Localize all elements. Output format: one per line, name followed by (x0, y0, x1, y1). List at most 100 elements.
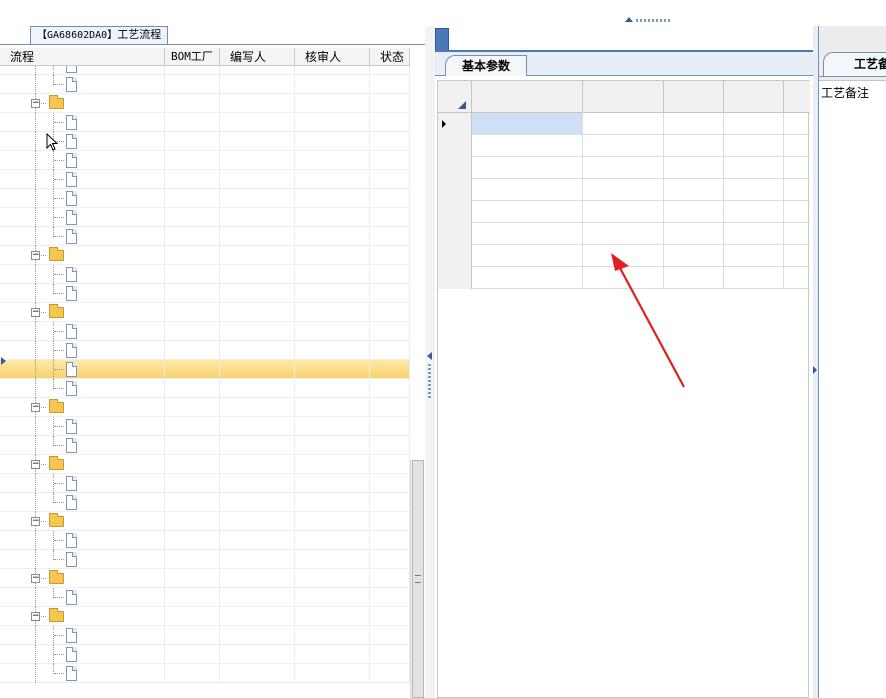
cell-status[interactable] (370, 531, 410, 550)
tree-row[interactable] (0, 493, 410, 512)
tree-folder-row[interactable]: − (0, 94, 410, 113)
cell-writer[interactable] (220, 246, 295, 265)
cell-writer[interactable] (220, 75, 295, 94)
cell-writer[interactable] (220, 94, 295, 113)
tree-folder-row[interactable]: − (0, 398, 410, 417)
tree-cell[interactable]: − (0, 246, 165, 265)
collapse-toggle-icon[interactable]: − (31, 99, 40, 108)
param-row[interactable] (438, 157, 810, 179)
cell-writer[interactable] (220, 550, 295, 569)
cell-reviewer[interactable] (295, 265, 370, 284)
column-header[interactable]: 核审人 (295, 48, 370, 66)
tree-row[interactable] (0, 170, 410, 189)
cell-writer[interactable] (220, 113, 295, 132)
cell-writer[interactable] (220, 531, 295, 550)
cell-reviewer[interactable] (295, 303, 370, 322)
cell-reviewer[interactable] (295, 284, 370, 303)
cell-modify[interactable] (724, 157, 784, 179)
tree-row[interactable] (0, 417, 410, 436)
tab-basic-info[interactable] (435, 28, 449, 50)
tab-bom[interactable] (503, 28, 515, 50)
cell-status[interactable] (370, 66, 410, 75)
collapse-arrow-icon[interactable] (625, 17, 633, 22)
cell-reviewer[interactable] (295, 569, 370, 588)
param-row[interactable] (438, 113, 810, 135)
cell-writer[interactable] (220, 170, 295, 189)
cell-writer[interactable] (220, 360, 295, 379)
cell-item[interactable] (472, 113, 583, 135)
cell-unit[interactable] (664, 201, 724, 223)
cell-reviewer[interactable] (295, 379, 370, 398)
cell-factory[interactable] (165, 113, 220, 132)
cell-reviewer[interactable] (295, 75, 370, 94)
cell-factory[interactable] (165, 132, 220, 151)
cell-status[interactable] (370, 645, 410, 664)
cell-writer[interactable] (220, 265, 295, 284)
splitter-grip-icon[interactable] (428, 364, 431, 400)
column-header[interactable] (664, 81, 724, 113)
cell-factory[interactable] (165, 493, 220, 512)
tree-cell[interactable] (0, 265, 165, 284)
tree-cell[interactable] (0, 493, 165, 512)
tree-folder-row[interactable]: − (0, 455, 410, 474)
tree-cell[interactable] (0, 113, 165, 132)
cell-status[interactable] (370, 626, 410, 645)
row-indicator[interactable] (438, 223, 472, 245)
param-row[interactable] (438, 267, 810, 289)
cell-factory[interactable] (165, 379, 220, 398)
cell-writer[interactable] (220, 151, 295, 170)
cell-status[interactable] (370, 360, 410, 379)
cell-unit[interactable] (664, 157, 724, 179)
cell-status[interactable] (370, 569, 410, 588)
expand-arrow-icon[interactable] (1, 357, 6, 365)
collapse-left-arrow-icon[interactable] (427, 352, 432, 360)
cell-factory[interactable] (165, 626, 220, 645)
cell-factory[interactable] (165, 512, 220, 531)
tree-row[interactable] (0, 550, 410, 569)
cell-unit[interactable] (664, 135, 724, 157)
cell-unit[interactable] (664, 267, 724, 289)
row-indicator[interactable] (438, 157, 472, 179)
cell-status[interactable] (370, 113, 410, 132)
tree-row[interactable] (0, 151, 410, 170)
tree-folder-row[interactable]: − (0, 512, 410, 531)
cell-factory[interactable] (165, 607, 220, 626)
cell-reviewer[interactable] (295, 341, 370, 360)
cell-status[interactable] (370, 341, 410, 360)
cell-factory[interactable] (165, 265, 220, 284)
cell-writer[interactable] (220, 455, 295, 474)
cell-status[interactable] (370, 436, 410, 455)
tree-cell[interactable]: − (0, 569, 165, 588)
cell-reviewer[interactable] (295, 246, 370, 265)
cell-status[interactable] (370, 75, 410, 94)
column-header[interactable]: 编写人 (220, 48, 295, 66)
collapse-toggle-icon[interactable]: − (31, 460, 40, 469)
cell-reviewer[interactable] (295, 588, 370, 607)
cell-writer[interactable] (220, 512, 295, 531)
cell-factory[interactable] (165, 360, 220, 379)
column-header[interactable] (583, 81, 664, 113)
cell-writer[interactable] (220, 417, 295, 436)
tree-row[interactable] (0, 474, 410, 493)
cell-status[interactable] (370, 189, 410, 208)
collapse-toggle-icon[interactable]: − (31, 403, 40, 412)
cell-status[interactable] (370, 474, 410, 493)
cell-reviewer[interactable] (295, 664, 370, 683)
row-indicator[interactable] (438, 201, 472, 223)
panel-splitter[interactable] (425, 26, 435, 698)
cell-factory[interactable] (165, 569, 220, 588)
cell-reviewer[interactable] (295, 455, 370, 474)
tree-row[interactable] (0, 360, 410, 379)
tree-cell[interactable] (0, 75, 165, 94)
tree-row[interactable] (0, 265, 410, 284)
cell-reviewer[interactable] (295, 94, 370, 113)
cell-value[interactable] (583, 113, 664, 135)
cell-value[interactable] (583, 135, 664, 157)
tree-cell[interactable] (0, 284, 165, 303)
cell-reviewer[interactable] (295, 113, 370, 132)
cell-factory[interactable] (165, 170, 220, 189)
cell-modify[interactable] (724, 179, 784, 201)
cell-reviewer[interactable] (295, 170, 370, 189)
cell-writer[interactable] (220, 303, 295, 322)
tree-cell[interactable] (0, 664, 165, 683)
